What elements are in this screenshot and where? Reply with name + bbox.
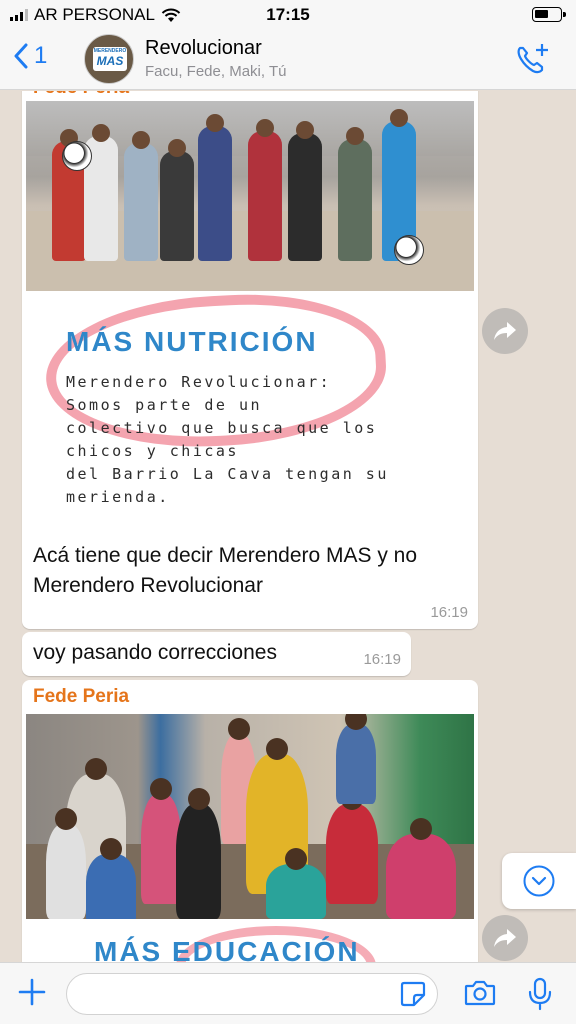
flyer-image[interactable]: MÁS NUTRICIÓN Merendero Revolucionar: So…	[26, 101, 474, 533]
unread-count: 1	[34, 42, 48, 69]
sticker-button[interactable]	[400, 981, 426, 1012]
scroll-to-bottom-button[interactable]	[502, 853, 576, 909]
flyer-headline: MÁS EDUCACIÓN	[94, 936, 360, 962]
camera-button[interactable]	[464, 979, 496, 1012]
chevron-down-icon	[523, 865, 555, 897]
message-text: voy pasando correcciones	[33, 641, 277, 664]
message-time: 16:19	[430, 604, 468, 621]
message-sender: Fede Peria	[33, 91, 129, 99]
message-input[interactable]	[66, 973, 438, 1015]
soccer-ball	[394, 235, 424, 265]
message-sender: Fede Peria	[33, 686, 130, 707]
chat-area[interactable]: Fede Peria MÁS NUTRICIÓN Merendero Revol…	[0, 91, 576, 962]
message-input-bar	[0, 962, 576, 1024]
group-members[interactable]: Facu, Fede, Maki, Tú	[145, 63, 286, 80]
message-image-nutricion[interactable]: Fede Peria MÁS NUTRICIÓN Merendero Revol…	[22, 91, 478, 629]
clock: 17:15	[266, 5, 310, 24]
battery-icon	[532, 7, 566, 22]
children-activity-photo	[26, 714, 474, 919]
message-text-bubble[interactable]: voy pasando correcciones 16:19	[22, 632, 411, 676]
avatar-logo-text: MAS	[96, 54, 124, 68]
flyer-image[interactable]: MÁS EDUCACIÓN	[26, 714, 474, 962]
forward-button[interactable]	[482, 308, 528, 354]
chat-title[interactable]: Revolucionar	[145, 37, 262, 60]
forward-icon	[494, 929, 516, 947]
flyer-description: Merendero Revolucionar: Somos parte de u…	[66, 373, 389, 506]
status-bar: AR PERSONAL 17:15	[0, 0, 576, 30]
add-call-button[interactable]	[514, 42, 550, 81]
forward-button[interactable]	[482, 915, 528, 961]
soccer-ball	[62, 141, 92, 171]
back-button[interactable]: 1	[14, 42, 47, 70]
flyer-headline: MÁS NUTRICIÓN	[66, 326, 318, 357]
chat-header: 1 MERENDERO MAS Revolucionar Facu, Fede,…	[0, 30, 576, 90]
voice-message-button[interactable]	[528, 977, 552, 1016]
microphone-icon	[528, 977, 552, 1011]
chevron-left-icon	[14, 43, 28, 69]
group-avatar[interactable]: MERENDERO MAS	[84, 34, 134, 84]
sticker-icon	[400, 981, 426, 1007]
avatar-logo: MERENDERO MAS	[93, 47, 127, 71]
message-text: Acá tiene que decir Merendero MAS y no M…	[33, 544, 418, 597]
attach-button[interactable]	[17, 977, 47, 1012]
plus-icon	[18, 978, 46, 1006]
add-call-icon	[517, 44, 548, 74]
forward-icon	[494, 322, 516, 340]
message-image-educacion[interactable]: Fede Peria MÁS EDUCACIÓN	[22, 680, 478, 962]
camera-icon	[464, 980, 496, 1006]
kids-photo	[26, 101, 474, 291]
message-time: 16:19	[363, 651, 401, 668]
